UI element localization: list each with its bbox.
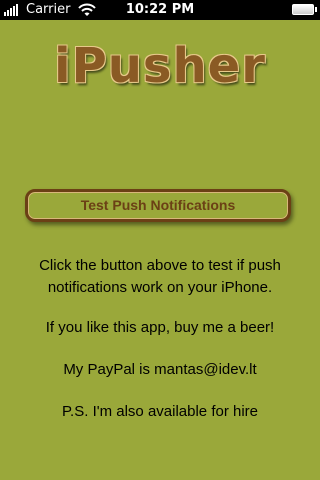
beer-text: If you like this app, buy me a beer!: [45, 319, 275, 336]
hire-text: P.S. I'm also available for hire: [61, 403, 259, 420]
test-push-notifications-button[interactable]: Test Push Notifications: [25, 189, 291, 222]
app-title: iPusher: [54, 38, 266, 94]
instructions-line-2: notifications work on your iPhone.: [47, 279, 273, 296]
app-screen: Carrier 10:22 PM iPusher Test Push Notif…: [0, 0, 320, 480]
paypal-text: My PayPal is mantas@idev.lt: [63, 361, 257, 378]
instructions-line-1: Click the button above to test if push: [39, 257, 281, 274]
status-time: 10:22 PM: [125, 2, 195, 17]
battery-icon: [292, 4, 317, 15]
status-bar: Carrier 10:22 PM: [0, 0, 320, 20]
instructions-text: Click the button above to test if push n…: [0, 255, 320, 299]
